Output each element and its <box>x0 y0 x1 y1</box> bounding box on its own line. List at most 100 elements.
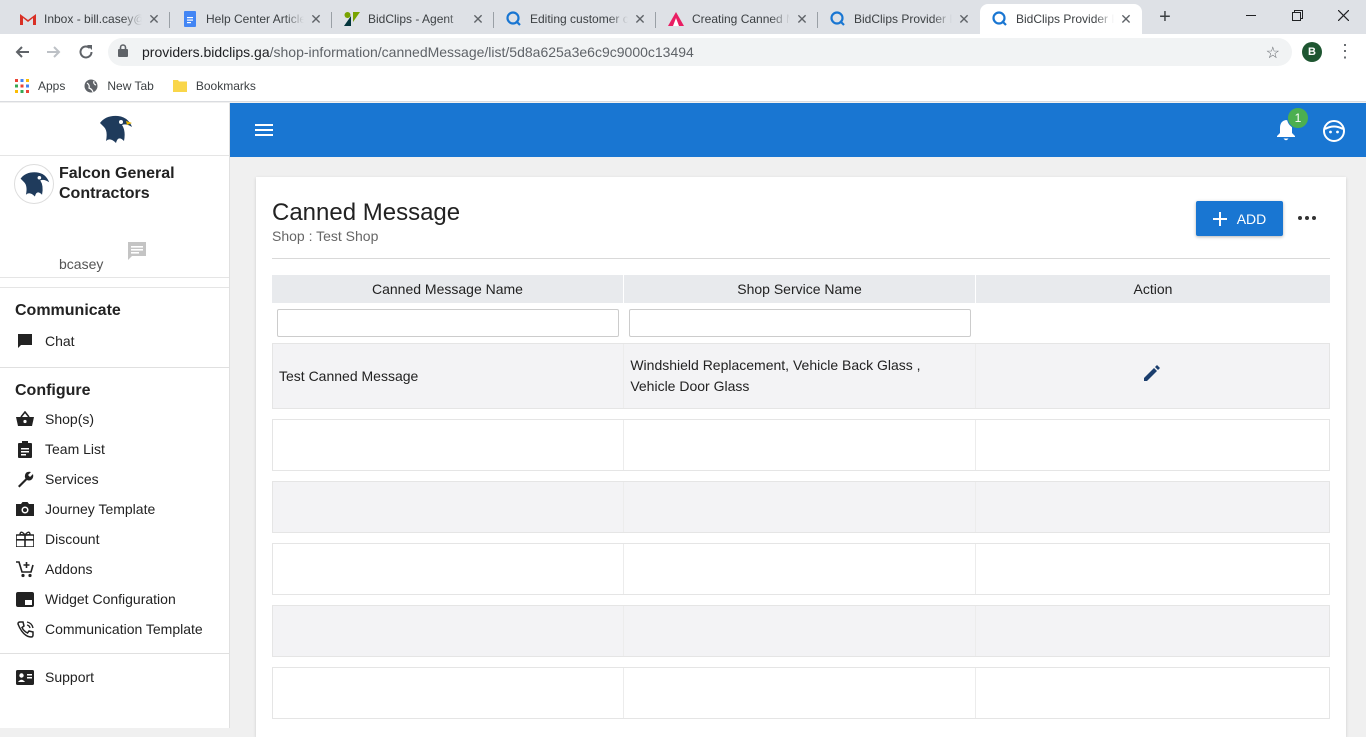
back-button[interactable] <box>9 39 35 65</box>
close-tab-icon[interactable]: ✕ <box>308 11 324 27</box>
restore-button[interactable] <box>1274 0 1320 30</box>
sidebar-item-support[interactable]: Support <box>0 662 229 692</box>
sidebar-logo[interactable] <box>0 103 229 156</box>
service-filter-input[interactable] <box>629 309 971 337</box>
close-tab-icon[interactable]: ✕ <box>470 11 486 27</box>
forward-button[interactable] <box>41 39 67 65</box>
empty-cell <box>976 420 1329 470</box>
empty-cell <box>624 420 976 470</box>
edit-button[interactable] <box>1142 363 1162 389</box>
empty-cell <box>273 668 625 718</box>
face-icon <box>1323 120 1345 142</box>
empty-cell <box>976 668 1329 718</box>
username: bcasey <box>59 256 104 272</box>
bookmark-star-icon[interactable]: ☆ <box>1266 43 1280 63</box>
browser-tab-active[interactable]: BidClips Provider P ✕ <box>980 4 1142 34</box>
table-row-empty <box>272 481 1330 533</box>
sidebar-item-widget-configuration[interactable]: Widget Configuration <box>0 584 229 614</box>
falcon-logo-icon <box>20 172 50 197</box>
browser-tab[interactable]: Help Center Article ✕ <box>170 4 332 34</box>
tab-title: BidClips Provider P <box>1016 12 1114 26</box>
column-header-name[interactable]: Canned Message Name <box>272 275 624 303</box>
close-tab-icon[interactable]: ✕ <box>956 11 972 27</box>
table-row-empty <box>272 543 1330 595</box>
more-options-button[interactable] <box>1296 207 1318 229</box>
empty-cell <box>273 544 625 594</box>
cell-message-name: Test Canned Message <box>273 344 625 408</box>
profile-avatar[interactable]: B <box>1302 42 1322 62</box>
filter-cell <box>272 303 624 343</box>
close-window-button[interactable] <box>1320 0 1366 30</box>
minimize-button[interactable] <box>1228 0 1274 30</box>
column-header-service[interactable]: Shop Service Name <box>624 275 976 303</box>
reload-button[interactable] <box>73 39 99 65</box>
sidebar-item-label: Team List <box>45 441 105 457</box>
back-arrow-icon <box>15 46 29 58</box>
address-bar[interactable]: providers.bidclips.ga/shop-information/c… <box>108 38 1292 66</box>
message-icon[interactable] <box>126 240 148 267</box>
docs-icon <box>182 11 198 27</box>
atlas-icon <box>668 11 684 27</box>
browser-tab[interactable]: Creating Canned M ✕ <box>656 4 818 34</box>
name-filter-input[interactable] <box>277 309 619 337</box>
clipboard-icon <box>15 439 35 459</box>
tab-title: Help Center Article <box>206 12 304 26</box>
url-host: providers.bidclips.ga <box>142 44 270 60</box>
close-tab-icon[interactable]: ✕ <box>146 11 162 27</box>
phone-icon <box>15 619 35 639</box>
sidebar-item-label: Services <box>45 471 99 487</box>
sidebar-item-shops[interactable]: Shop(s) <box>0 404 229 434</box>
filter-cell <box>976 303 1330 343</box>
tab-title: Creating Canned M <box>692 12 790 26</box>
table-row-empty <box>272 419 1330 471</box>
account-button[interactable] <box>1322 119 1346 143</box>
close-tab-icon[interactable]: ✕ <box>632 11 648 27</box>
canned-message-card: Canned Message Shop : Test Shop ADD Cann… <box>256 177 1346 737</box>
browser-menu-icon[interactable]: ⋮ <box>1336 42 1354 60</box>
bookmark-new-tab[interactable]: New Tab <box>83 78 154 94</box>
close-tab-icon[interactable]: ✕ <box>794 11 810 27</box>
empty-cell <box>976 606 1329 656</box>
browser-tab[interactable]: BidClips - Agent ✕ <box>332 4 494 34</box>
gift-icon <box>15 529 35 549</box>
bookmark-apps[interactable]: Apps <box>14 78 65 94</box>
tab-title: Inbox - bill.casey@ <box>44 12 142 26</box>
sidebar-item-journey-template[interactable]: Journey Template <box>0 494 229 524</box>
bookmark-folder[interactable]: Bookmarks <box>172 78 256 94</box>
table-row[interactable]: Test Canned Message Windshield Replaceme… <box>272 343 1330 409</box>
sidebar-item-label: Discount <box>45 531 100 547</box>
widget-icon <box>15 589 35 609</box>
browser-tab[interactable]: Inbox - bill.casey@ ✕ <box>8 4 170 34</box>
sidebar-item-team-list[interactable]: Team List <box>0 434 229 464</box>
globe-icon <box>83 78 99 94</box>
sidebar-item-discount[interactable]: Discount <box>0 524 229 554</box>
company-name: Falcon General Contractors <box>59 165 175 202</box>
more-horizontal-icon <box>1298 216 1316 220</box>
chat-icon <box>15 331 35 351</box>
forward-arrow-icon <box>47 46 61 58</box>
new-tab-button[interactable]: + <box>1154 6 1176 28</box>
add-button-label: ADD <box>1236 210 1267 227</box>
notification-count-badge: 1 <box>1287 107 1309 129</box>
sidebar-item-services[interactable]: Services <box>0 464 229 494</box>
app-header: 1 <box>230 103 1366 157</box>
bookmarks-bar: Apps New Tab Bookmarks <box>0 70 1366 102</box>
tab-title: BidClips Provider P <box>854 12 952 26</box>
company-avatar[interactable] <box>14 164 54 204</box>
browser-tab[interactable]: BidClips Provider P ✕ <box>818 4 980 34</box>
pencil-icon <box>1144 365 1161 381</box>
empty-cell <box>976 544 1329 594</box>
sidebar-item-label: Communication Template <box>45 621 203 637</box>
company-profile: Falcon General Contractors bcasey <box>0 156 229 278</box>
browser-tab[interactable]: Editing customer c ✕ <box>494 4 656 34</box>
sidebar-item-addons[interactable]: Addons <box>0 554 229 584</box>
browser-toolbar: providers.bidclips.ga/shop-information/c… <box>0 34 1366 70</box>
tab-title: Editing customer c <box>530 12 628 26</box>
close-tab-icon[interactable]: ✕ <box>1118 11 1134 27</box>
sidebar-item-communication-template[interactable]: Communication Template <box>0 614 229 644</box>
add-button[interactable]: ADD <box>1196 201 1283 236</box>
sidebar-item-chat[interactable]: Chat <box>0 326 229 356</box>
wrench-icon <box>15 469 35 489</box>
menu-toggle-button[interactable] <box>254 120 274 140</box>
lock-icon <box>118 44 132 60</box>
